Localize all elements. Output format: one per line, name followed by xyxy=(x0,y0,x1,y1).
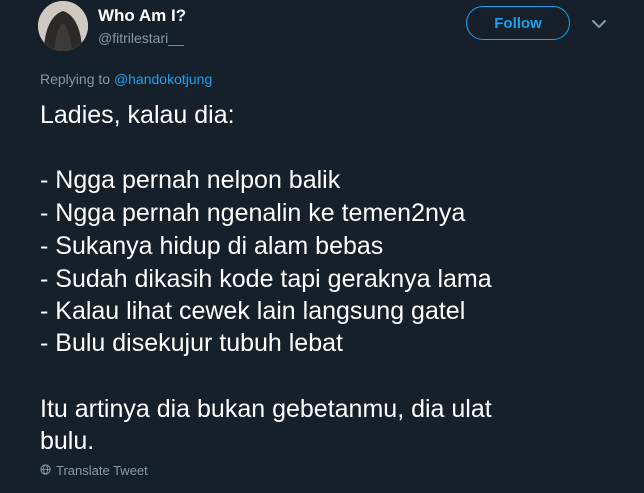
tweet-list-item: - Sudah dikasih kode tapi geraknya lama xyxy=(40,265,492,293)
tweet-list-item: - Ngga pernah ngenalin ke temen2nya xyxy=(40,199,466,227)
replying-to: Replying to @handokotjung xyxy=(40,71,212,87)
replying-to-label: Replying to xyxy=(40,71,114,87)
user-handle[interactable]: @fitrilestari__ xyxy=(98,30,184,46)
tweet-list-item: - Ngga pernah nelpon balik xyxy=(40,166,341,194)
globe-icon xyxy=(40,463,51,478)
tweet-conclusion: Itu artinya dia bukan gebetanmu, dia ula… xyxy=(40,395,492,423)
tweet-conclusion: bulu. xyxy=(40,427,95,455)
tweet-list-item: - Sukanya hidup di alam bebas xyxy=(40,232,384,260)
tweet-card: Who Am I? @fitrilestari__ Follow Replyin… xyxy=(0,0,644,493)
follow-button[interactable]: Follow xyxy=(466,6,570,40)
chevron-down-icon[interactable] xyxy=(589,14,609,34)
translate-tweet-link[interactable]: Translate Tweet xyxy=(40,463,148,478)
avatar-image xyxy=(38,1,88,51)
translate-label: Translate Tweet xyxy=(56,463,148,478)
tweet-list-item: - Kalau lihat cewek lain langsung gatel xyxy=(40,297,466,325)
display-name[interactable]: Who Am I? xyxy=(98,6,186,26)
avatar[interactable] xyxy=(38,1,88,51)
mention-link[interactable]: @handokotjung xyxy=(114,71,212,87)
tweet-intro: Ladies, kalau dia: xyxy=(40,101,235,129)
tweet-list-item: - Bulu disekujur tubuh lebat xyxy=(40,329,343,357)
